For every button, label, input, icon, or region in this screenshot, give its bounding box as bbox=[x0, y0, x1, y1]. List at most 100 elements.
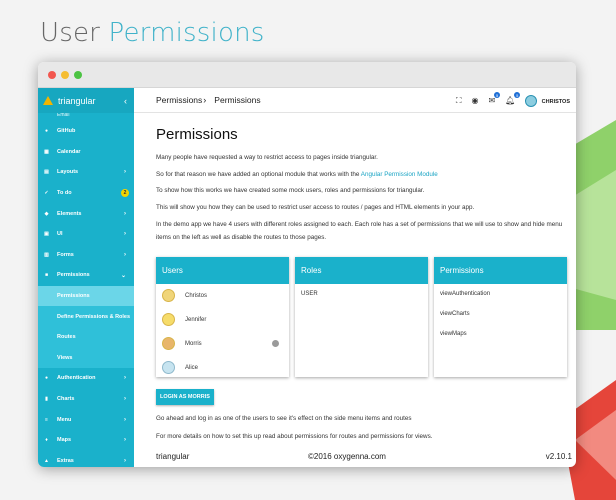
notifications-icon[interactable]: 🔔︎ 5 bbox=[505, 92, 521, 105]
heading-plain: User bbox=[40, 18, 101, 48]
sidebar-item-authentication[interactable]: ● Authentication › bbox=[38, 368, 134, 389]
messages-badge: 5 bbox=[494, 92, 501, 98]
breadcrumb-parent[interactable]: Permissions bbox=[156, 95, 202, 105]
chevron-right-icon: › bbox=[124, 416, 126, 423]
avatar bbox=[162, 289, 175, 303]
menu-icon: ≡ bbox=[45, 416, 48, 423]
intro-paragraph-1: Many people have requested a way to rest… bbox=[156, 154, 378, 161]
sidebar-item-label: Forms bbox=[57, 251, 74, 258]
fullscreen-icon[interactable]: ⛶ bbox=[456, 96, 462, 106]
toolbar-icons: ⛶ ◉ ✉ 5 🔔︎ 5 CHRISTOS bbox=[456, 88, 570, 113]
sidebar-subitem-views[interactable]: Views bbox=[38, 347, 134, 369]
sidebar-item-label: Authentication bbox=[57, 375, 96, 382]
sidebar-item-calendar[interactable]: ▦ Calendar bbox=[38, 142, 134, 163]
role-row: USER bbox=[301, 290, 318, 297]
github-icon: ● bbox=[44, 128, 49, 135]
close-window-button[interactable] bbox=[48, 70, 56, 79]
card-title: Users bbox=[156, 256, 289, 284]
intro-paragraph-3: To show how this works we have created s… bbox=[156, 187, 425, 195]
permission-row: viewCharts bbox=[440, 310, 470, 317]
sidebar-item-todo[interactable]: ✓ To do 2 bbox=[38, 183, 134, 204]
top-toolbar: Permissions › Permissions ⛶ ◉ ✉ 5 🔔︎ 5 CHR… bbox=[134, 88, 576, 113]
users-card: Users Christos Jennifer Morris Alice bbox=[156, 256, 289, 380]
sidebar-item-elements[interactable]: ◆ Elements › bbox=[38, 203, 134, 224]
sidebar-item-forms[interactable]: ▥ Forms › bbox=[38, 245, 134, 266]
maximize-window-button[interactable] bbox=[74, 70, 82, 79]
sidebar-item-label: Permissions bbox=[57, 272, 90, 279]
sidebar-item-github[interactable]: ● GitHub bbox=[38, 121, 134, 142]
user-name: Alice bbox=[185, 364, 199, 371]
sidebar-item-extras[interactable]: ▲ Extras › bbox=[38, 451, 134, 468]
messages-icon[interactable]: ✉ 5 bbox=[488, 92, 501, 105]
heading-highlight: Permissions bbox=[108, 18, 265, 48]
user-row-alice[interactable]: Alice bbox=[156, 356, 289, 380]
avatar bbox=[162, 337, 175, 351]
app-window: triangular ‹ Email ● GitHub ▦ Calendar ▤… bbox=[38, 62, 576, 467]
forms-icon: ▥ bbox=[44, 251, 49, 258]
sidebar-item-ui[interactable]: ▣ UI › bbox=[38, 224, 134, 245]
check-icon: ✓ bbox=[44, 190, 49, 197]
page-heading: User Permissions bbox=[40, 18, 265, 48]
sidebar-item-label: Charts bbox=[57, 396, 75, 403]
sidebar: triangular ‹ Email ● GitHub ▦ Calendar ▤… bbox=[38, 88, 134, 467]
chevron-right-icon: › bbox=[124, 251, 126, 258]
card-title: Permissions bbox=[434, 256, 567, 284]
main-content: Permissions Many people have requested a… bbox=[134, 113, 576, 446]
sidebar-subitem-define-permissions[interactable]: Define Permissions & Roles bbox=[38, 306, 134, 327]
user-name: Morris bbox=[185, 340, 202, 347]
sidebar-item-label: Elements bbox=[57, 210, 82, 217]
elements-icon: ◆ bbox=[44, 210, 49, 217]
sidebar-subitem-label: Views bbox=[57, 354, 73, 361]
todo-count-badge: 2 bbox=[121, 189, 129, 198]
user-name: Christos bbox=[185, 292, 208, 299]
sidebar-item-menu[interactable]: ≡ Menu › bbox=[38, 409, 134, 430]
cards-row: Users Christos Jennifer Morris Alice Rol… bbox=[156, 256, 567, 380]
angular-permission-link[interactable]: Angular Permission Module bbox=[361, 171, 438, 178]
sidebar-item-email[interactable]: Email bbox=[38, 113, 134, 121]
person-icon: ● bbox=[44, 375, 49, 382]
avatar bbox=[162, 313, 175, 327]
sidebar-subitem-label: Permissions bbox=[57, 293, 90, 300]
permission-row: viewAuthentication bbox=[440, 290, 491, 297]
sidebar-item-label: UI bbox=[57, 231, 63, 238]
user-row-christos[interactable]: Christos bbox=[156, 284, 289, 308]
user-row-jennifer[interactable]: Jennifer bbox=[156, 308, 289, 332]
info-icon bbox=[272, 340, 279, 348]
sidebar-item-layouts[interactable]: ▤ Layouts › bbox=[38, 162, 134, 183]
footer: triangular ©2016 oxygenna.com v2.10.1 bbox=[134, 446, 576, 467]
sidebar-item-permissions[interactable]: ■ Permissions ⌄ bbox=[38, 265, 134, 286]
paragraph-text: So for that reason we have added an opti… bbox=[156, 170, 361, 178]
ui-icon: ▣ bbox=[44, 231, 49, 238]
sidebar-item-label: To do bbox=[57, 190, 72, 197]
login-as-morris-button[interactable]: LOGIN AS MORRIS bbox=[156, 388, 214, 405]
user-row-morris[interactable]: Morris bbox=[156, 332, 289, 356]
minimize-window-button[interactable] bbox=[61, 70, 69, 79]
details-paragraph: For more details on how to set this up r… bbox=[156, 432, 433, 440]
sidebar-subitem-routes[interactable]: Routes bbox=[38, 326, 134, 348]
sidebar-item-label: Calendar bbox=[57, 148, 81, 155]
intro-paragraph-2: So for that reason we have added an opti… bbox=[156, 168, 576, 181]
chevron-right-icon: › bbox=[124, 457, 126, 464]
sidebar-item-maps[interactable]: ♦ Maps › bbox=[38, 430, 134, 451]
sidebar-subitem-label: Routes bbox=[57, 334, 76, 341]
footer-copyright: ©2016 oxygenna.com bbox=[308, 452, 386, 461]
chevron-right-icon: › bbox=[124, 375, 126, 382]
app-title: triangular bbox=[58, 95, 96, 106]
intro-paragraph-5: In the demo app we have 4 users with dif… bbox=[156, 220, 563, 241]
sidebar-item-charts[interactable]: ▮ Charts › bbox=[38, 389, 134, 410]
user-name: CHRISTOS bbox=[541, 98, 570, 105]
breadcrumb-separator: › bbox=[203, 95, 207, 105]
calendar-icon: ▦ bbox=[44, 148, 49, 155]
page-title: Permissions bbox=[156, 126, 238, 143]
breadcrumb-current: Permissions bbox=[214, 95, 261, 105]
sidebar-header: triangular ‹ bbox=[38, 88, 134, 113]
avatar bbox=[525, 94, 538, 107]
sidebar-subitem-permissions[interactable]: Permissions bbox=[38, 285, 134, 307]
chevron-left-icon[interactable]: ‹ bbox=[124, 96, 127, 106]
sidebar-item-label: Layouts bbox=[57, 169, 79, 176]
card-title: Roles bbox=[295, 256, 428, 284]
user-menu[interactable]: CHRISTOS bbox=[525, 94, 570, 107]
globe-icon[interactable]: ◉ bbox=[471, 96, 478, 105]
chevron-right-icon: › bbox=[124, 210, 126, 217]
window-titlebar bbox=[38, 62, 576, 88]
